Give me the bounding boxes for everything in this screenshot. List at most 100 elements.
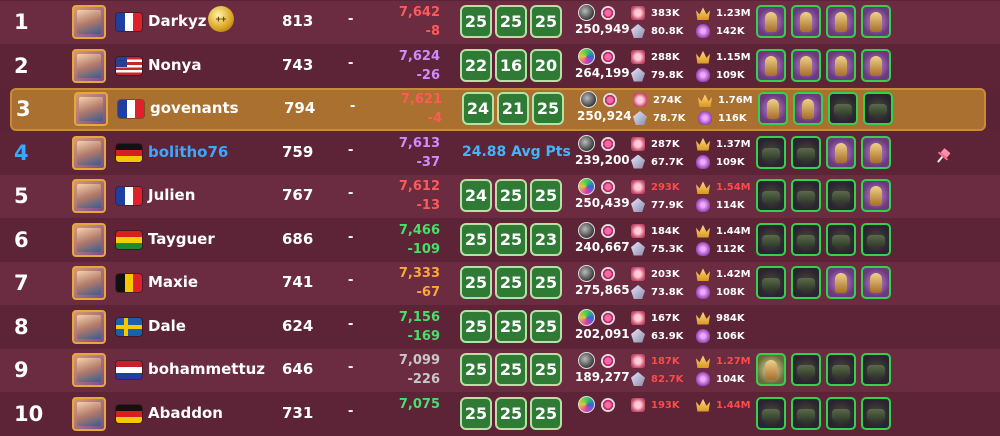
position-change: - [348,271,354,288]
team-slot[interactable] [826,396,856,430]
avatar-image [77,401,101,426]
attack-stat: 288K [651,51,680,63]
player-avatar[interactable] [72,266,106,300]
rank-number: 5 [14,184,29,208]
table-row[interactable]: 7 Maxie 741-7,333 -67 25 25 25 275,865 203K 73.8K… [0,262,1000,305]
attack-icon [631,49,645,64]
table-row[interactable]: 6 Tayguer 686-7,466 -109 25 25 23 240,667 184K 75… [0,218,1000,262]
team-slot[interactable] [756,135,786,169]
team-slot[interactable] [791,179,821,212]
team-slot[interactable] [791,396,821,430]
team-slot[interactable] [828,92,858,125]
team-slot[interactable] [791,222,821,256]
player-name[interactable]: Julien [148,186,195,204]
team-slot[interactable] [756,266,786,299]
team-slot[interactable] [756,353,786,386]
player-avatar[interactable] [72,309,106,344]
player-name[interactable]: bohammettuz [148,360,265,378]
points: 7,624 -26 [380,47,440,85]
player-avatar[interactable] [72,135,106,170]
points-total: 7,613 [398,135,440,151]
table-row[interactable]: 3 govenants 794 - 7,621 -4 24 21 25 250,924 274K 78… [10,88,986,131]
player-avatar[interactable] [72,396,106,431]
team-slot[interactable] [861,353,891,386]
team-slot[interactable] [756,179,786,212]
team-slot[interactable] [791,5,821,38]
player-name[interactable]: Tayguer [148,230,215,248]
element-orb-icon [601,136,615,151]
element-orb-icon [601,354,615,368]
team-slot[interactable] [861,179,891,212]
player-avatar[interactable] [72,5,106,39]
team-figure-icon [835,142,847,163]
player-avatar[interactable] [72,353,106,387]
team-slot[interactable] [826,353,856,386]
crown-icon [696,268,710,281]
attack-stat: 287K [651,138,680,150]
team-slot[interactable] [758,92,788,125]
player-name[interactable]: Maxie [148,273,198,291]
team-slot[interactable] [756,48,786,82]
score-box: 25 [495,266,527,299]
team-slot[interactable] [863,92,893,125]
player-avatar[interactable] [72,222,106,257]
team-slot[interactable] [756,396,786,430]
team-slot[interactable] [756,222,786,256]
element-orb-icon [601,267,615,281]
rank-number: 2 [14,53,29,78]
table-row[interactable]: 9 bohammettuz 646-7,099 -226 25 25 25 189,277 18… [0,349,1000,392]
player-name[interactable]: bolitho76 [148,143,228,161]
team-figure-icon [797,408,815,421]
attack-icon [631,310,645,325]
points: 7,099 -226 [380,351,440,389]
team-slot[interactable] [826,179,856,212]
table-row[interactable]: 10 Abaddon 731-7,075 25 25 25 193K 1.44M [0,392,1000,436]
flag-icon [116,404,142,423]
team-slot[interactable] [791,48,821,82]
team-slot[interactable] [861,5,891,38]
attack-stat: 187K [651,356,680,367]
player-avatar[interactable] [72,179,106,213]
flag-icon [116,56,142,75]
rank-number: 9 [14,358,29,382]
attack-stat: 184K [651,225,680,237]
team-slot[interactable] [756,5,786,38]
player-name[interactable]: Dale [148,317,186,335]
team-slot[interactable] [791,135,821,169]
crown-stat: 1.15M [716,51,751,63]
team-slot[interactable] [791,353,821,386]
avatar-image [77,10,101,34]
team-slot[interactable] [826,266,856,299]
defense-stat: 75.3K [651,243,684,255]
team-slot[interactable] [826,222,856,256]
pin-icon[interactable] [934,147,952,165]
table-row[interactable]: 1 Darkyz ++ 813-7,642 -8 25 25 25 250,949 383K 80.… [0,1,1000,44]
team-slot[interactable] [861,396,891,430]
table-row[interactable]: 8 Dale 624-7,156 -169 25 25 25 202,091 167K 63.9K… [0,305,1000,349]
team-slot[interactable] [861,266,891,299]
team-slot[interactable] [826,135,856,169]
flag-icon [116,143,142,162]
crown-stat: 1.44M [716,399,751,411]
table-row[interactable]: 5 Julien 767-7,612 -13 24 25 25 250,439 293K 77.9… [0,175,1000,218]
table-row[interactable]: 2 Nonya 743 - 7,624 -26 22 16 20 264,199 288K 79.8K… [0,44,1000,88]
table-row[interactable]: 4 bolitho76 759 - 7,613 -37 24.88 Avg Pts 239,2… [0,131,1000,175]
player-name[interactable]: Nonya [148,56,201,74]
element-orb-icon [580,91,597,108]
team-slot[interactable] [826,48,856,82]
team-slot[interactable] [791,266,821,299]
crown-stat: 1.54M [716,182,751,193]
player-avatar[interactable] [74,92,108,126]
mystery-heart-icon [696,285,710,299]
team-slot[interactable] [861,48,891,82]
team-slot[interactable] [826,5,856,38]
team-slot[interactable] [861,135,891,169]
player-name[interactable]: Abaddon [148,404,223,422]
player-name[interactable]: Darkyz [148,12,206,30]
player-avatar[interactable] [72,48,106,83]
player-name[interactable]: govenants [150,99,239,117]
team-slot[interactable] [861,222,891,256]
points-delta: -169 [407,328,440,344]
score-box: 16 [495,48,527,82]
team-slot[interactable] [793,92,823,125]
